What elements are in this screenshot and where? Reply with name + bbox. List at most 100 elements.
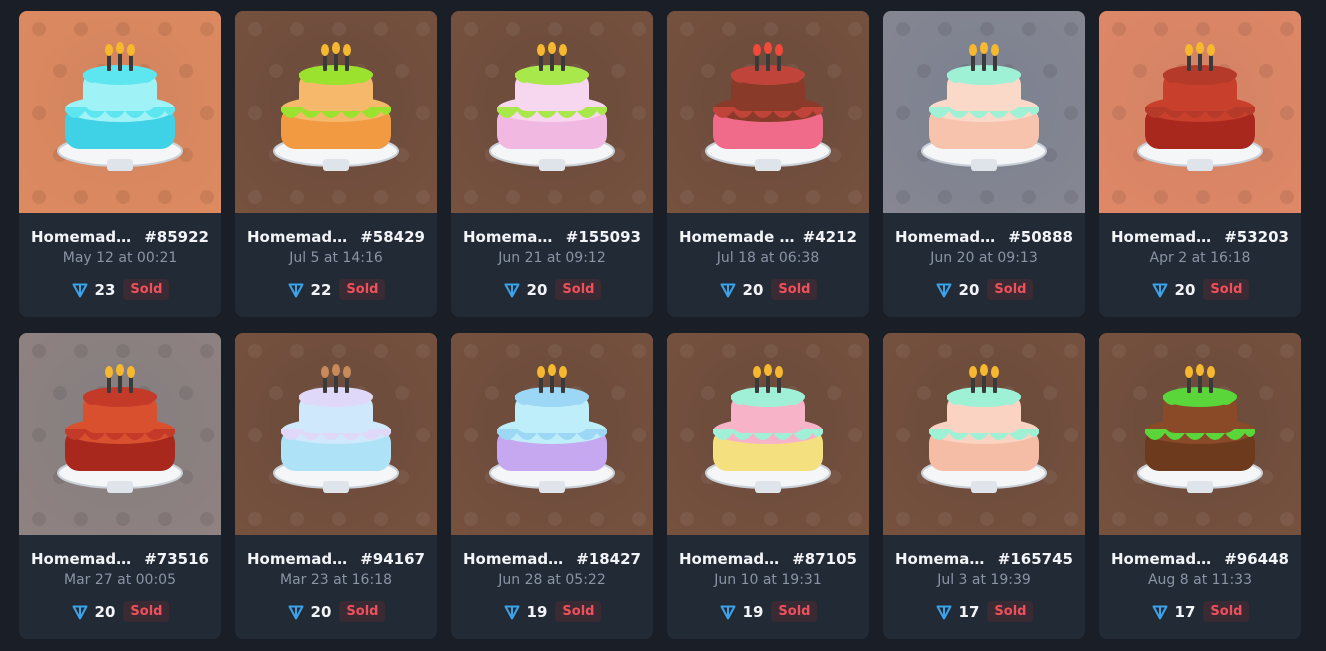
ton-diamond-icon — [71, 281, 89, 299]
gift-number: #58429 — [360, 228, 425, 246]
price-value: 20 — [526, 280, 548, 299]
card-info: Homemade Cake #96448 Aug 8 at 11:33 17 S… — [1099, 535, 1301, 639]
card-info: Homemade Cake #4212 Jul 18 at 06:38 20 S… — [667, 213, 869, 317]
price-value: 19 — [526, 602, 548, 621]
cake-thumbnail — [667, 11, 869, 213]
price-value: 17 — [1174, 602, 1196, 621]
gift-card-4[interactable]: Homemade Cake #4212 Jul 18 at 06:38 20 S… — [667, 11, 869, 317]
gift-number: #53203 — [1224, 228, 1289, 246]
gift-card-7[interactable]: Homemade Cake #73516 Mar 27 at 00:05 20 … — [19, 333, 221, 639]
sale-date: Jun 28 at 05:22 — [498, 572, 606, 588]
title-row: Homemade Cake #18427 — [463, 550, 641, 568]
card-info: Homemade Cake #155093 Jun 21 at 09:12 20… — [451, 213, 653, 317]
sold-badge: Sold — [555, 601, 602, 622]
price-row: 20 Sold — [235, 601, 437, 622]
title-row: Homemade Cake #50888 — [895, 228, 1073, 246]
gift-number: #155093 — [565, 228, 641, 246]
sold-badge: Sold — [123, 601, 170, 622]
gift-number: #4212 — [802, 228, 857, 246]
sale-date: Jul 18 at 06:38 — [716, 250, 820, 266]
price-row: 20 Sold — [883, 279, 1085, 300]
title-row: Homemade Cake #73516 — [31, 550, 209, 568]
price-value: 22 — [310, 280, 332, 299]
gift-card-2[interactable]: Homemade Cake #58429 Jul 5 at 14:16 22 S… — [235, 11, 437, 317]
sold-badge: Sold — [339, 279, 386, 300]
gift-number: #73516 — [144, 550, 209, 568]
gift-number: #165745 — [997, 550, 1073, 568]
price-row: 22 Sold — [235, 279, 437, 300]
ton-diamond-icon — [503, 281, 521, 299]
sold-badge: Sold — [987, 601, 1034, 622]
card-info: Homemade Cake #58429 Jul 5 at 14:16 22 S… — [235, 213, 437, 317]
price-row: 17 Sold — [1099, 601, 1301, 622]
gift-card-9[interactable]: Homemade Cake #18427 Jun 28 at 05:22 19 … — [451, 333, 653, 639]
ton-diamond-icon — [503, 603, 521, 621]
price-value: 20 — [1174, 280, 1196, 299]
card-info: Homemade Cake #73516 Mar 27 at 00:05 20 … — [19, 535, 221, 639]
cake-thumbnail — [883, 333, 1085, 535]
price-value: 20 — [310, 602, 332, 621]
price-row: 19 Sold — [451, 601, 653, 622]
sold-badge: Sold — [1203, 279, 1250, 300]
gift-name: Homemade Cake — [247, 550, 354, 568]
gift-card-10[interactable]: Homemade Cake #87105 Jun 10 at 19:31 19 … — [667, 333, 869, 639]
sale-date: May 12 at 00:21 — [62, 250, 178, 266]
cake-thumbnail — [1099, 333, 1301, 535]
sale-date: Aug 8 at 11:33 — [1147, 572, 1252, 588]
price-row: 20 Sold — [1099, 279, 1301, 300]
title-row: Homemade Cake #94167 — [247, 550, 425, 568]
title-row: Homemade Cake #96448 — [1111, 550, 1289, 568]
cake-thumbnail — [451, 11, 653, 213]
gift-grid: Homemade Cake #85922 May 12 at 00:21 23 … — [19, 11, 1301, 639]
price-row: 20 Sold — [19, 601, 221, 622]
sold-badge: Sold — [771, 279, 818, 300]
card-info: Homemade Cake #50888 Jun 20 at 09:13 20 … — [883, 213, 1085, 317]
gift-name: Homemade Cake — [895, 228, 1002, 246]
price-value: 23 — [94, 280, 116, 299]
gift-name: Homemade Cake — [31, 228, 138, 246]
sale-date: Jun 21 at 09:12 — [498, 250, 606, 266]
price-row: 20 Sold — [667, 279, 869, 300]
title-row: Homemade Cake #4212 — [679, 228, 857, 246]
ton-diamond-icon — [287, 603, 305, 621]
sold-badge: Sold — [987, 279, 1034, 300]
title-row: Homemade Cake #53203 — [1111, 228, 1289, 246]
gift-card-3[interactable]: Homemade Cake #155093 Jun 21 at 09:12 20… — [451, 11, 653, 317]
gift-card-8[interactable]: Homemade Cake #94167 Mar 23 at 16:18 20 … — [235, 333, 437, 639]
ton-diamond-icon — [935, 603, 953, 621]
gift-number: #87105 — [792, 550, 857, 568]
gift-card-1[interactable]: Homemade Cake #85922 May 12 at 00:21 23 … — [19, 11, 221, 317]
sale-date: Mar 23 at 16:18 — [280, 572, 392, 588]
card-info: Homemade Cake #165745 Jul 3 at 19:39 17 … — [883, 535, 1085, 639]
gift-card-6[interactable]: Homemade Cake #53203 Apr 2 at 16:18 20 S… — [1099, 11, 1301, 317]
title-row: Homemade Cake #155093 — [463, 228, 641, 246]
gift-name: Homemade Cake — [463, 550, 570, 568]
cake-thumbnail — [667, 333, 869, 535]
gift-name: Homemade Cake — [679, 550, 786, 568]
ton-diamond-icon — [935, 281, 953, 299]
gift-name: Homemade Cake — [679, 228, 797, 246]
sold-badge: Sold — [555, 279, 602, 300]
sale-date: Apr 2 at 16:18 — [1149, 250, 1251, 266]
price-value: 20 — [958, 280, 980, 299]
ton-diamond-icon — [1151, 281, 1169, 299]
price-row: 20 Sold — [451, 279, 653, 300]
ton-diamond-icon — [71, 603, 89, 621]
cake-thumbnail — [235, 11, 437, 213]
title-row: Homemade Cake #85922 — [31, 228, 209, 246]
sold-badge: Sold — [123, 279, 170, 300]
price-row: 23 Sold — [19, 279, 221, 300]
gift-card-5[interactable]: Homemade Cake #50888 Jun 20 at 09:13 20 … — [883, 11, 1085, 317]
sale-date: Jun 20 at 09:13 — [930, 250, 1038, 266]
sale-date: Jul 5 at 14:16 — [289, 250, 383, 266]
price-value: 19 — [742, 602, 764, 621]
gift-card-11[interactable]: Homemade Cake #165745 Jul 3 at 19:39 17 … — [883, 333, 1085, 639]
price-value: 20 — [94, 602, 116, 621]
gift-card-12[interactable]: Homemade Cake #96448 Aug 8 at 11:33 17 S… — [1099, 333, 1301, 639]
gift-name: Homemade Cake — [463, 228, 560, 246]
sale-date: Mar 27 at 00:05 — [64, 572, 176, 588]
cake-thumbnail — [19, 11, 221, 213]
sale-date: Jun 10 at 19:31 — [714, 572, 822, 588]
cake-thumbnail — [883, 11, 1085, 213]
gift-number: #18427 — [576, 550, 641, 568]
